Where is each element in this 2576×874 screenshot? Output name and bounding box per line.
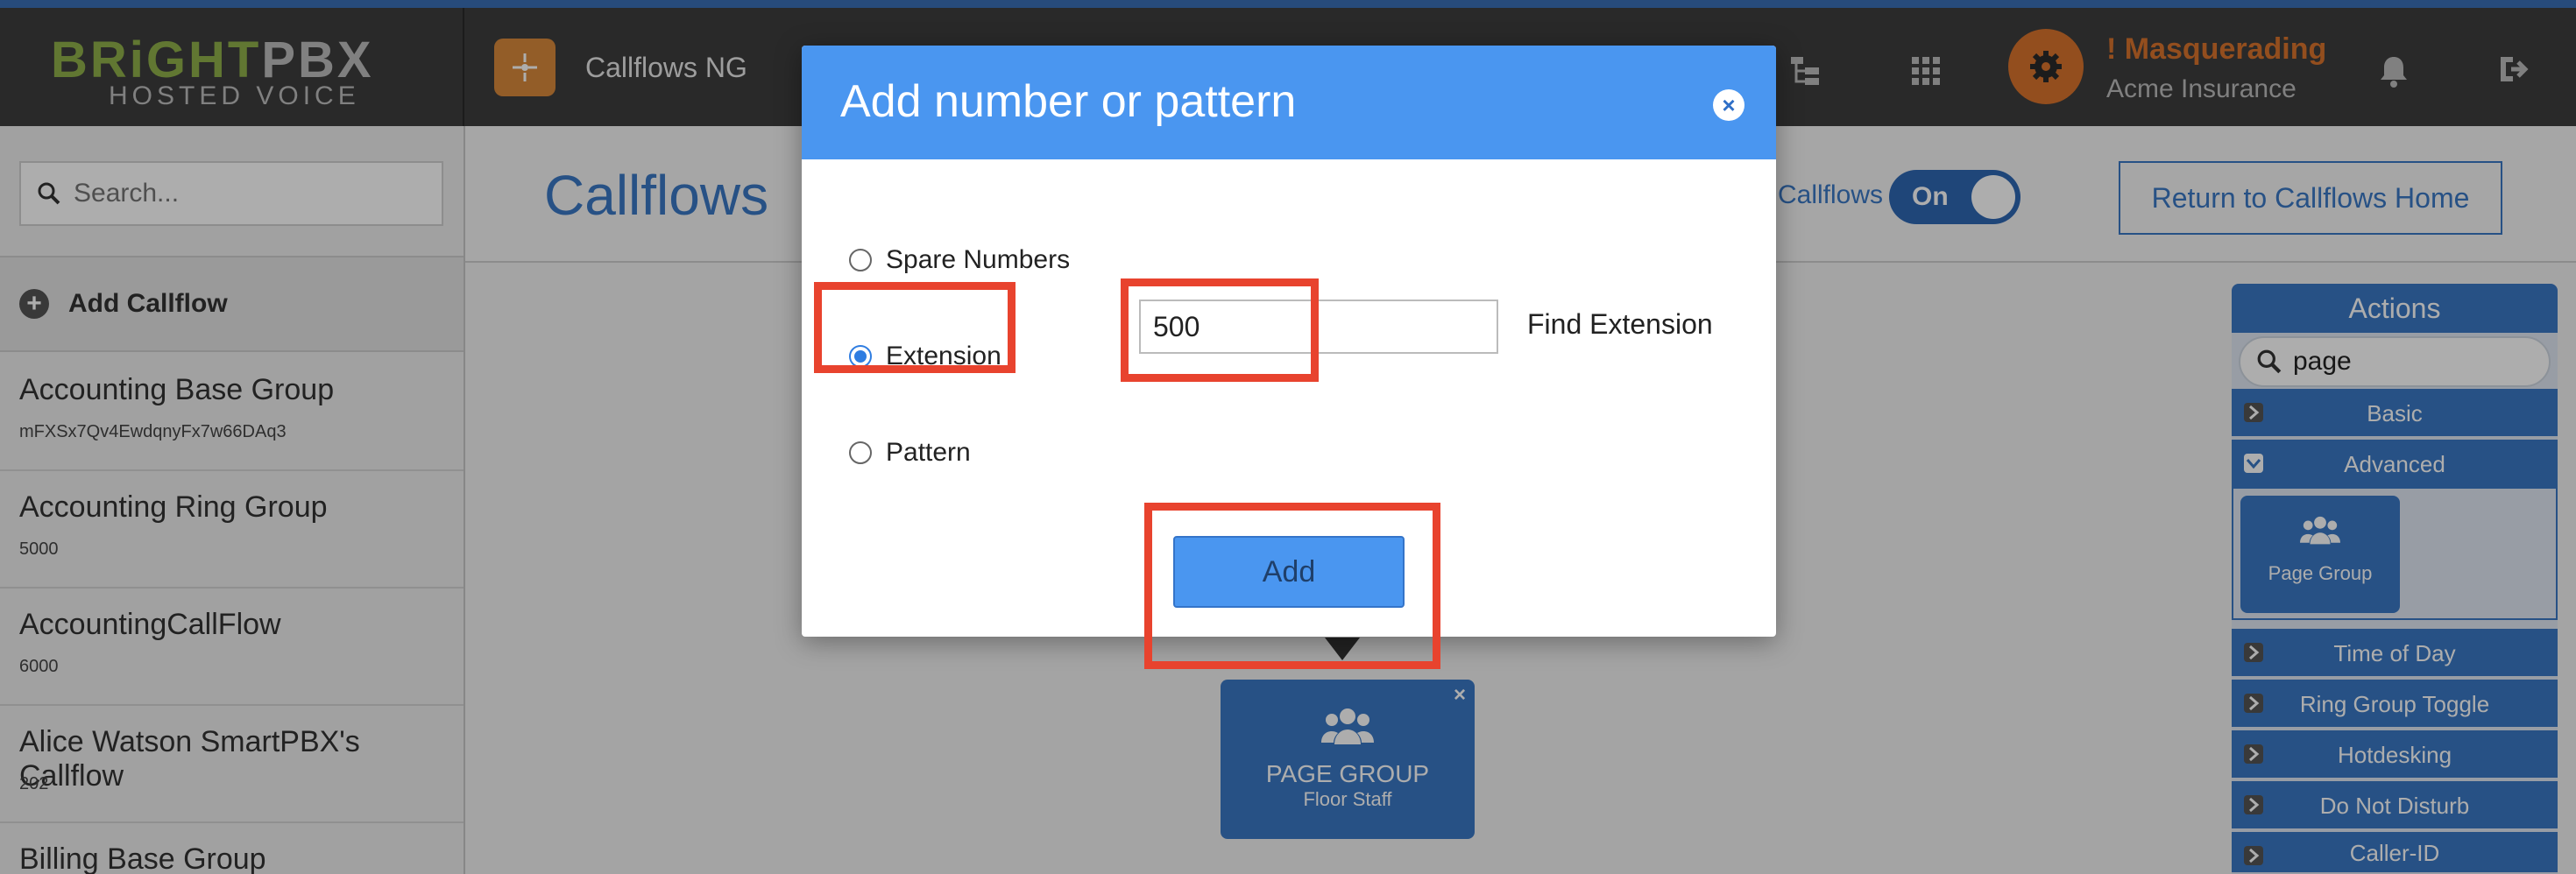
radio-spare-numbers[interactable] <box>849 249 872 271</box>
modal-title: Add number or pattern <box>840 76 1297 127</box>
find-extension-link[interactable]: Find Extension <box>1527 308 1713 341</box>
highlight-extension-option <box>814 282 1016 373</box>
option-label: Spare Numbers <box>886 245 1071 274</box>
close-icon[interactable]: × <box>1713 89 1744 121</box>
option-label: Pattern <box>886 438 971 467</box>
highlight-add-button <box>1144 503 1440 669</box>
option-pattern[interactable]: Pattern <box>849 438 971 468</box>
modal-header: Add number or pattern × <box>802 46 1776 159</box>
highlight-extension-input <box>1121 278 1319 382</box>
option-spare-numbers[interactable]: Spare Numbers <box>849 245 1070 275</box>
radio-pattern[interactable] <box>849 441 872 464</box>
